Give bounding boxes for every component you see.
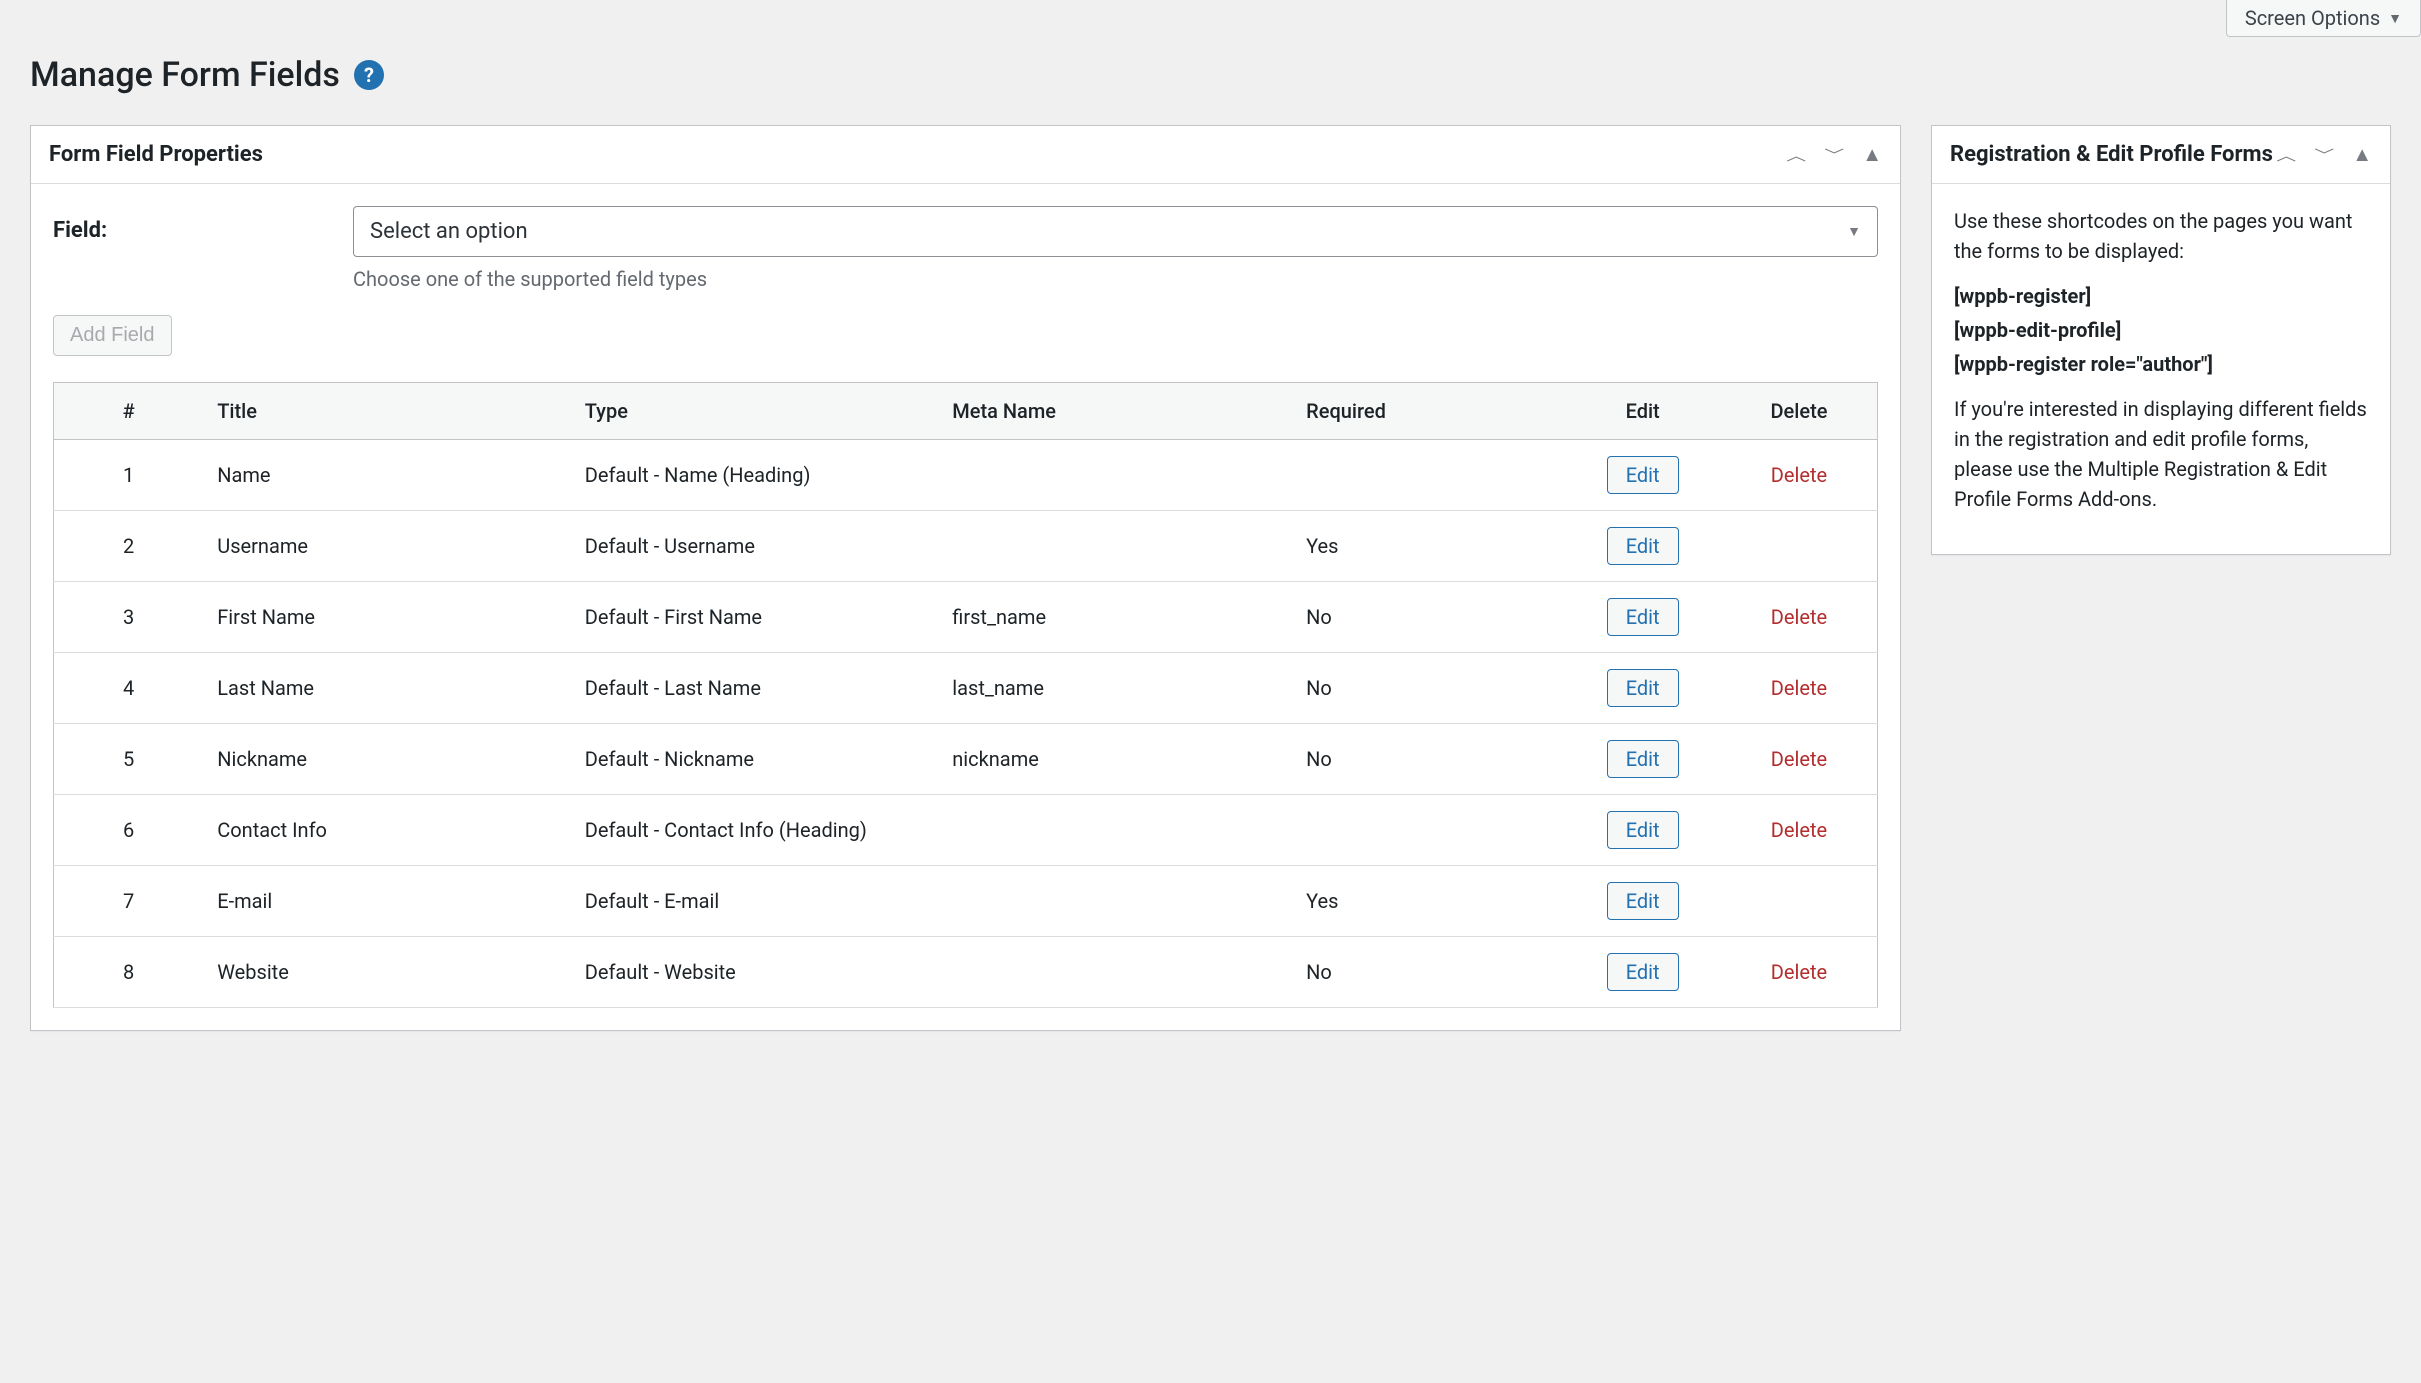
delete-link[interactable]: Delete xyxy=(1771,960,1827,984)
row-required: Yes xyxy=(1292,866,1564,937)
row-number: 7 xyxy=(54,866,204,937)
field-label: Field: xyxy=(53,206,353,291)
table-row: 3First NameDefault - First Namefirst_nam… xyxy=(54,582,1878,653)
select-help-text: Choose one of the supported field types xyxy=(353,267,1878,291)
side-note: If you're interested in displaying diffe… xyxy=(1954,394,2368,514)
collapse-icon[interactable]: ▲ xyxy=(1862,142,1882,167)
chevron-down-icon: ▼ xyxy=(1847,223,1861,240)
panel-title: Form Field Properties xyxy=(49,142,263,167)
th-delete: Delete xyxy=(1721,383,1878,440)
row-type: Default - E-mail xyxy=(571,866,939,937)
edit-button[interactable]: Edit xyxy=(1607,598,1679,636)
edit-button[interactable]: Edit xyxy=(1607,953,1679,991)
row-number: 1 xyxy=(54,440,204,511)
row-type: Default - Last Name xyxy=(571,653,939,724)
row-meta xyxy=(938,511,1292,582)
table-row: 1NameDefault - Name (Heading) Edit Delete xyxy=(54,440,1878,511)
row-number: 5 xyxy=(54,724,204,795)
table-row: 6Contact InfoDefault - Contact Info (Hea… xyxy=(54,795,1878,866)
row-title: Last Name xyxy=(203,653,571,724)
row-title: Contact Info xyxy=(203,795,571,866)
shortcode: [wppb-register role="author"] xyxy=(1954,352,2368,376)
row-meta xyxy=(938,937,1292,1008)
move-down-icon[interactable]: ﹀ xyxy=(2314,144,2334,164)
th-title: Title xyxy=(203,383,571,440)
row-title: First Name xyxy=(203,582,571,653)
edit-button[interactable]: Edit xyxy=(1607,882,1679,920)
form-field-properties-panel: Form Field Properties ︿ ﹀ ▲ Field: Selec… xyxy=(30,125,1901,1031)
row-number: 8 xyxy=(54,937,204,1008)
row-number: 2 xyxy=(54,511,204,582)
th-type: Type xyxy=(571,383,939,440)
row-number: 4 xyxy=(54,653,204,724)
select-placeholder: Select an option xyxy=(370,219,528,244)
delete-link[interactable]: Delete xyxy=(1771,463,1827,487)
help-icon[interactable]: ? xyxy=(354,60,384,90)
row-meta: first_name xyxy=(938,582,1292,653)
delete-link[interactable]: Delete xyxy=(1771,605,1827,629)
page-title-text: Manage Form Fields xyxy=(30,55,340,95)
side-intro: Use these shortcodes on the pages you wa… xyxy=(1954,206,2368,266)
row-number: 6 xyxy=(54,795,204,866)
side-panel-title: Registration & Edit Profile Forms xyxy=(1950,142,2273,167)
row-type: Default - Contact Info (Heading) xyxy=(571,795,939,866)
table-row: 5NicknameDefault - NicknamenicknameNo Edi… xyxy=(54,724,1878,795)
row-meta xyxy=(938,795,1292,866)
table-row: 7E-mailDefault - E-mail Yes Edit xyxy=(54,866,1878,937)
th-meta: Meta Name xyxy=(938,383,1292,440)
row-meta xyxy=(938,440,1292,511)
th-num: # xyxy=(54,383,204,440)
chevron-down-icon: ▼ xyxy=(2388,10,2402,27)
row-title: Website xyxy=(203,937,571,1008)
move-up-icon[interactable]: ︿ xyxy=(2276,144,2296,164)
screen-options-toggle[interactable]: Screen Options ▼ xyxy=(2226,0,2421,37)
row-meta xyxy=(938,866,1292,937)
field-type-select[interactable]: Select an option ▼ xyxy=(353,206,1878,257)
edit-button[interactable]: Edit xyxy=(1607,740,1679,778)
row-number: 3 xyxy=(54,582,204,653)
edit-button[interactable]: Edit xyxy=(1607,527,1679,565)
row-title: Nickname xyxy=(203,724,571,795)
row-required: No xyxy=(1292,937,1564,1008)
row-required xyxy=(1292,795,1564,866)
registration-forms-panel: Registration & Edit Profile Forms ︿ ﹀ ▲ … xyxy=(1931,125,2391,555)
edit-button[interactable]: Edit xyxy=(1607,456,1679,494)
row-type: Default - Nickname xyxy=(571,724,939,795)
delete-link[interactable]: Delete xyxy=(1771,747,1827,771)
row-title: Name xyxy=(203,440,571,511)
add-field-button[interactable]: Add Field xyxy=(53,315,172,356)
shortcode: [wppb-edit-profile] xyxy=(1954,318,2368,342)
table-row: 8WebsiteDefault - Website No Edit Delete xyxy=(54,937,1878,1008)
row-required: No xyxy=(1292,653,1564,724)
table-row: 4Last NameDefault - Last Namelast_nameNo… xyxy=(54,653,1878,724)
edit-button[interactable]: Edit xyxy=(1607,669,1679,707)
page-title: Manage Form Fields ? xyxy=(30,55,2391,95)
row-type: Default - Website xyxy=(571,937,939,1008)
row-title: Username xyxy=(203,511,571,582)
row-title: E-mail xyxy=(203,866,571,937)
row-type: Default - First Name xyxy=(571,582,939,653)
collapse-icon[interactable]: ▲ xyxy=(2352,142,2372,167)
row-type: Default - Name (Heading) xyxy=(571,440,939,511)
th-edit: Edit xyxy=(1564,383,1721,440)
row-meta: last_name xyxy=(938,653,1292,724)
fields-table: # Title Type Meta Name Required Edit Del… xyxy=(53,382,1878,1008)
move-up-icon[interactable]: ︿ xyxy=(1786,144,1806,164)
row-required xyxy=(1292,440,1564,511)
row-meta: nickname xyxy=(938,724,1292,795)
screen-options-label: Screen Options xyxy=(2245,6,2380,30)
th-required: Required xyxy=(1292,383,1564,440)
delete-link[interactable]: Delete xyxy=(1771,818,1827,842)
table-row: 2UsernameDefault - Username Yes Edit xyxy=(54,511,1878,582)
move-down-icon[interactable]: ﹀ xyxy=(1824,144,1844,164)
row-required: No xyxy=(1292,724,1564,795)
row-type: Default - Username xyxy=(571,511,939,582)
row-required: Yes xyxy=(1292,511,1564,582)
edit-button[interactable]: Edit xyxy=(1607,811,1679,849)
row-required: No xyxy=(1292,582,1564,653)
shortcode: [wppb-register] xyxy=(1954,284,2368,308)
delete-link[interactable]: Delete xyxy=(1771,676,1827,700)
